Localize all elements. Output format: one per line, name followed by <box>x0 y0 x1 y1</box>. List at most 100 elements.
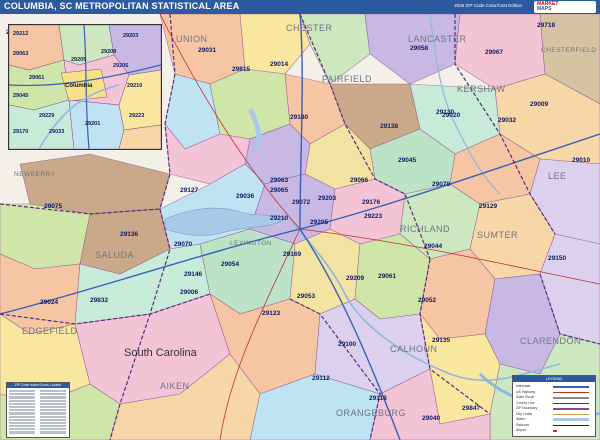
legend-item: City Limits <box>516 411 533 416</box>
zip-label: 29006 <box>180 289 198 296</box>
inset-zip-label: 29209 <box>101 49 116 55</box>
zip-label: 29052 <box>418 297 436 304</box>
zip-label: 29070 <box>174 241 192 248</box>
zip-label: 29127 <box>180 187 198 194</box>
legend-swatch <box>553 418 589 421</box>
legend-item: Railroad <box>516 422 530 427</box>
legend-swatch <box>553 408 589 410</box>
zip-label: 29176 <box>362 199 380 206</box>
zip-label: 29036 <box>236 193 254 200</box>
zip-label: 29063 <box>270 177 288 184</box>
zip-label: 29058 <box>410 45 428 52</box>
zip-label: 29138 <box>380 123 398 130</box>
inset-zip-label: 29205 <box>71 57 86 63</box>
zip-label: 29009 <box>530 101 548 108</box>
inset-zip-label: 29206 <box>113 63 128 69</box>
zip-label: 29075 <box>44 203 62 210</box>
zip-label: 29135 <box>432 337 450 344</box>
legend-item: ZIP Boundary <box>516 406 538 410</box>
inset-zip-label: 29201 <box>85 121 100 127</box>
map-title: COLUMBIA, SC METROPOLITAN STATISTICAL AR… <box>4 1 240 11</box>
inset-zip-label: 29033 <box>49 129 64 135</box>
county-label-fairfield: FAIRFIELD <box>322 74 372 84</box>
legend-item: US Highway <box>516 389 536 394</box>
legend-item: State Route <box>516 395 535 399</box>
zip-index-title: ZIP Code Index/Cross Locator <box>7 383 69 388</box>
county-label-newberry: NEWBERRY <box>14 171 56 178</box>
zip-label: 29020 <box>442 112 460 119</box>
zip-label: 29209 <box>346 275 364 282</box>
legend-item: Interstate <box>516 384 531 388</box>
zip-label: 29061 <box>378 273 396 280</box>
inset-zip-label: 29170 <box>13 129 28 135</box>
zip-index-column <box>39 389 67 435</box>
map-root: COLUMBIA, SC METROPOLITAN STATISTICAL AR… <box>0 0 600 440</box>
zip-label: 29040 <box>422 415 440 422</box>
county-label-clarendon: CLARENDON <box>520 336 581 346</box>
zip-label: 29203 <box>318 195 336 202</box>
zip-label: 29169 <box>283 251 301 258</box>
zip-index-panel: ZIP Code Index/Cross Locator <box>6 382 70 438</box>
zip-label: 29032 <box>498 117 516 124</box>
zip-label: 29066 <box>350 177 368 184</box>
inset-zip-label: 29045 <box>13 93 28 99</box>
zip-label: 29847 <box>462 405 480 412</box>
zip-label: 29054 <box>221 261 239 268</box>
zip-label: 29078 <box>432 181 450 188</box>
inset-zip-label: 29223 <box>129 113 144 119</box>
zip-label: 29205 <box>310 219 328 226</box>
zip-label: 29223 <box>364 213 382 220</box>
legend-item: Airport <box>516 428 527 432</box>
zip-label: 29031 <box>198 47 216 54</box>
inset-zip-label: 29061 <box>29 75 44 81</box>
zip-label: 29010 <box>572 157 590 164</box>
county-label-richland: RICHLAND <box>400 224 450 234</box>
zip-label: 29014 <box>270 61 288 68</box>
county-label-calhoun: CALHOUN <box>390 344 438 354</box>
county-label-aiken: AIKEN <box>160 381 190 391</box>
zip-label: 29129 <box>479 203 497 210</box>
county-label-saluda: SALUDA <box>95 250 134 260</box>
legend-swatch <box>553 402 589 404</box>
county-label-lexington: LEXINGTON <box>230 240 272 247</box>
legend-swatch <box>553 424 589 426</box>
zip-label: 29065 <box>270 187 288 194</box>
county-label-kershaw: KERSHAW <box>457 84 506 94</box>
zip-label: 29112 <box>312 375 330 382</box>
legend-swatch <box>553 391 589 393</box>
edition-label: 2026 ZIP Code Color/Cast Edition <box>454 3 522 8</box>
legend-swatch <box>553 413 589 415</box>
zip-label: 29146 <box>184 271 202 278</box>
inset-zip-label: 29203 <box>123 33 138 39</box>
zip-label: 29067 <box>485 49 503 56</box>
airport-icon <box>553 430 557 432</box>
inset-map: 29212 29063 29205 29209 29203 29210 2920… <box>8 24 162 150</box>
zip-label: 29072 <box>292 199 310 206</box>
zip-label: 29210 <box>270 215 288 222</box>
zip-label: 29123 <box>262 310 280 317</box>
publisher-logo: MARKET MAPS <box>534 1 596 13</box>
inset-zip-label: 29212 <box>13 31 28 37</box>
zip-label: 29136 <box>120 231 138 238</box>
zip-index-column <box>8 389 36 435</box>
legend-title: LEGEND <box>513 376 595 382</box>
zip-label: 29118 <box>369 395 387 402</box>
legend-swatch <box>553 386 589 388</box>
zip-label: 29045 <box>398 157 416 164</box>
zip-label: 29024 <box>40 299 58 306</box>
county-label-edgefield: EDGEFIELD <box>22 326 78 336</box>
zip-label: 29832 <box>90 297 108 304</box>
zip-label: 29100 <box>338 341 356 348</box>
inset-map-canvas: 29212 29063 29205 29209 29203 29210 2920… <box>9 25 161 149</box>
legend-item: County Line <box>516 400 535 405</box>
zip-label: 29718 <box>537 22 555 29</box>
county-label-chesterfield: CHESTERFIELD <box>541 47 596 54</box>
county-label-lancaster: LANCASTER <box>408 34 467 44</box>
zip-label: 29044 <box>424 243 442 250</box>
zip-label: 29815 <box>232 66 250 73</box>
title-bar: COLUMBIA, SC METROPOLITAN STATISTICAL AR… <box>0 0 600 14</box>
inset-city-label: Columbia <box>65 83 93 89</box>
state-label: South Carolina <box>124 347 198 359</box>
legend-swatch <box>553 397 589 399</box>
county-label-orangeburg: ORANGEBURG <box>336 408 406 418</box>
